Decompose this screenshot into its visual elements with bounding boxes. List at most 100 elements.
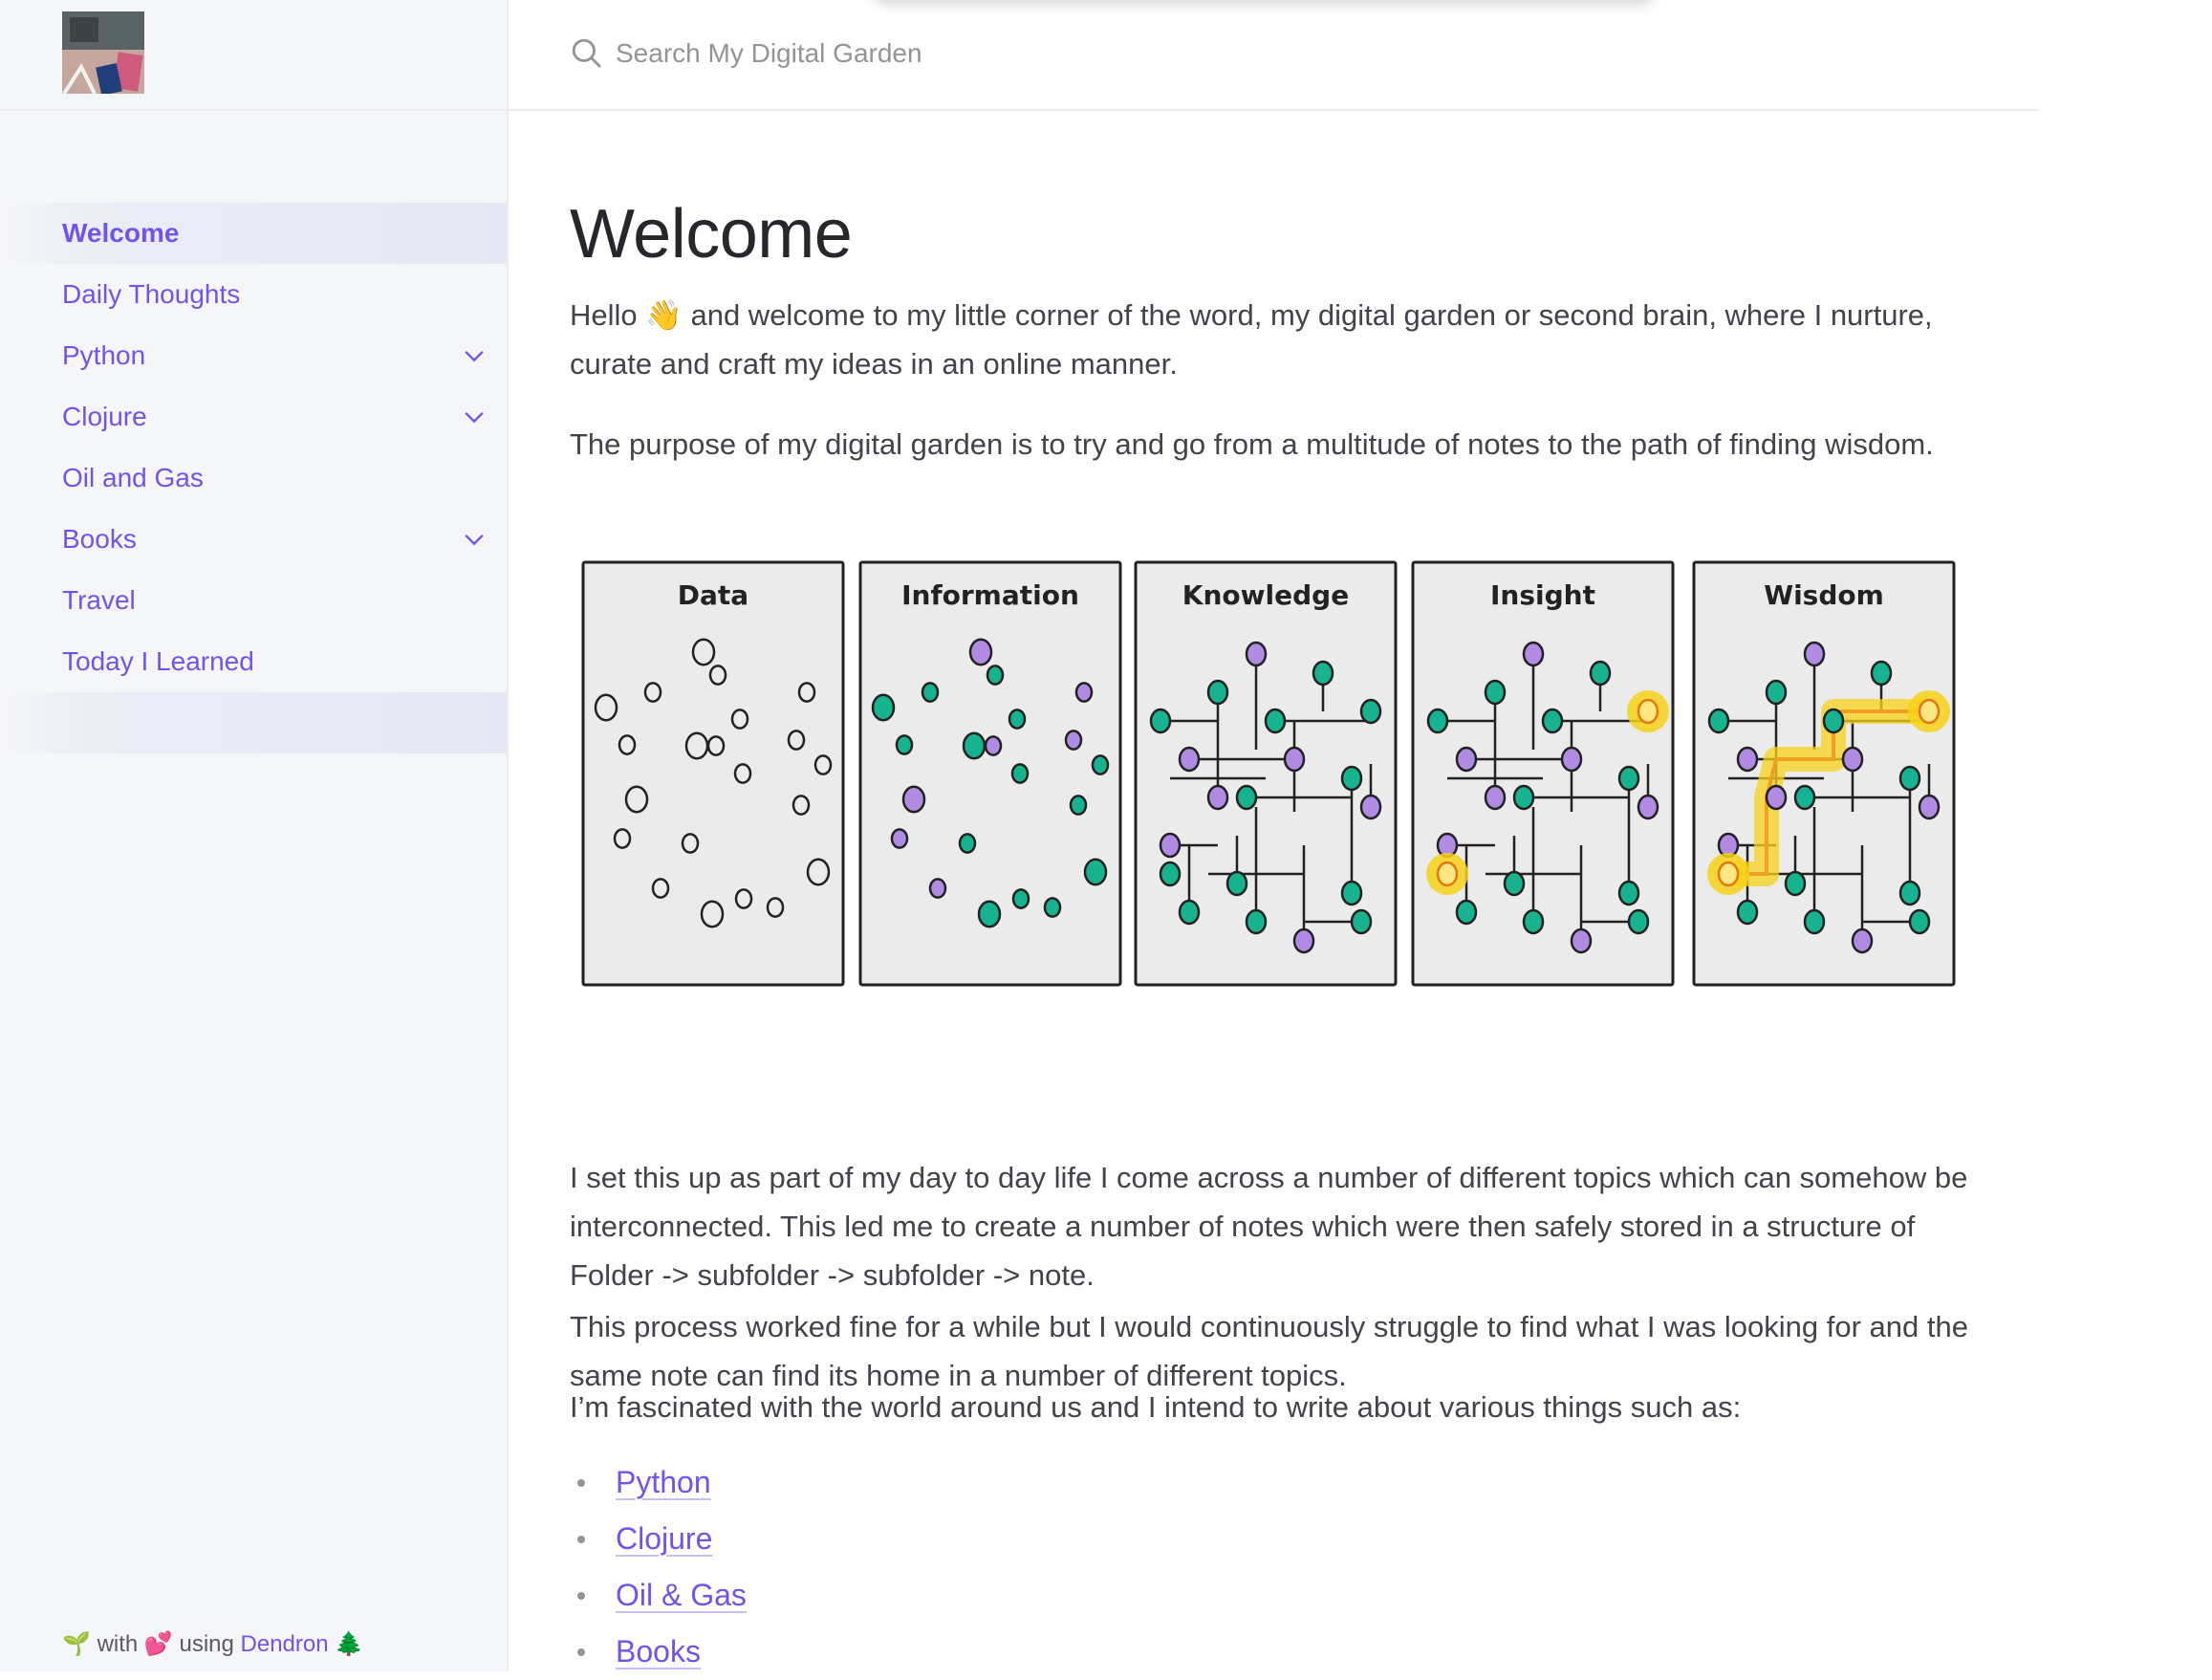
- panel-knowledge: Knowledge: [1134, 560, 1398, 987]
- node-icon: [890, 828, 909, 849]
- intro-paragraph: Hello 👋 and welcome to my little corner …: [570, 298, 1933, 381]
- site-logo[interactable]: [62, 11, 144, 94]
- node-icon: [1803, 908, 1826, 935]
- chevron-down-icon[interactable]: [461, 404, 488, 430]
- sidebar-item-label: Python: [62, 340, 146, 370]
- node-icon: [984, 735, 1003, 756]
- chevron-down-icon[interactable]: [461, 342, 488, 369]
- chevron-down-icon[interactable]: [461, 526, 488, 553]
- node-icon: [962, 731, 987, 760]
- node-icon: [1206, 784, 1229, 811]
- node-icon: [1043, 897, 1062, 918]
- node-icon: [1235, 784, 1258, 811]
- sidebar-item-oil-and-gas[interactable]: Oil and Gas: [0, 447, 507, 509]
- dendron-link[interactable]: Dendron: [241, 1631, 329, 1657]
- node-icon: [1851, 927, 1874, 954]
- sidebar-item-label: Daily Thoughts: [62, 279, 241, 309]
- bullet-icon: [577, 1536, 585, 1543]
- node-icon: [1803, 641, 1826, 667]
- list-item: Oil & Gas: [570, 1567, 747, 1624]
- search-input[interactable]: [614, 31, 1287, 76]
- sidebar-item-label: Books: [62, 524, 137, 554]
- python-link[interactable]: Python: [616, 1465, 711, 1499]
- node-icon: [1570, 927, 1593, 954]
- node-icon: [901, 785, 926, 814]
- sidebar: Welcome Daily Thoughts Python Clojure Oi…: [0, 0, 509, 1671]
- node-icon: [1918, 794, 1941, 820]
- sidebar-item-books[interactable]: Books: [0, 509, 507, 570]
- sidebar-item-label: Travel: [62, 585, 136, 615]
- sidebar-footer: 🌱 with 💕 using Dendron 🌲: [62, 1618, 363, 1671]
- header: [509, 0, 2038, 111]
- panel-information: Information: [858, 560, 1122, 987]
- node-icon: [1898, 765, 1921, 792]
- list-item: Python: [570, 1454, 747, 1511]
- node-icon: [1064, 730, 1083, 751]
- panel-label: Knowledge: [1182, 579, 1349, 611]
- footer-with-text: with: [97, 1631, 139, 1657]
- sidebar-item-python[interactable]: Python: [0, 325, 507, 386]
- node-icon: [1522, 641, 1545, 667]
- node-icon: [1541, 708, 1564, 734]
- node-icon: [1091, 754, 1110, 775]
- node-icon: [1340, 880, 1363, 906]
- books-link[interactable]: Books: [616, 1634, 701, 1669]
- node-icon: [1159, 861, 1182, 887]
- panel-label: Information: [901, 579, 1079, 611]
- node-icon: [1245, 908, 1268, 935]
- node-icon: [1512, 784, 1535, 811]
- node-icon: [928, 878, 947, 899]
- node-icon: [1617, 880, 1640, 906]
- sidebar-item-clojure[interactable]: Clojure: [0, 386, 507, 447]
- node-icon: [1484, 679, 1507, 706]
- node-icon: [1503, 870, 1526, 897]
- node-icon: [1765, 679, 1788, 706]
- panel-insight: Insight: [1411, 560, 1675, 987]
- node-icon: [1484, 784, 1507, 811]
- node-icon: [1283, 746, 1306, 773]
- node-icon: [1074, 682, 1094, 703]
- node-icon: [1870, 660, 1893, 687]
- sidebar-item-daily-thoughts[interactable]: Daily Thoughts: [0, 264, 507, 325]
- node-icon: [968, 638, 993, 666]
- node-icon: [1765, 784, 1788, 811]
- node-icon: [895, 734, 914, 755]
- node-icon: [1707, 708, 1730, 734]
- node-icon: [958, 833, 977, 854]
- sidebar-item-label: Oil and Gas: [62, 463, 204, 492]
- sidebar-nav: Welcome Daily Thoughts Python Clojure Oi…: [0, 203, 507, 753]
- node-icon: [1359, 698, 1382, 725]
- node-icon: [1011, 888, 1030, 909]
- list-item: Books: [570, 1624, 747, 1680]
- sidebar-item-label: Welcome: [62, 218, 180, 248]
- clojure-link[interactable]: Clojure: [616, 1521, 712, 1556]
- sidebar-item-label: Today I Learned: [62, 646, 254, 676]
- heart-icon: 💕: [143, 1631, 173, 1657]
- sprout-icon: 🌱: [62, 1631, 91, 1657]
- node-icon: [921, 682, 940, 703]
- sidebar-item-travel[interactable]: Travel: [0, 570, 507, 631]
- purpose-paragraph: The purpose of my digital garden is to t…: [570, 427, 1934, 461]
- data-to-wisdom-illustration: Data Information Knowledge Insight Wisdom: [579, 558, 1965, 1109]
- node-icon: [1008, 709, 1027, 730]
- oil-gas-link[interactable]: Oil & Gas: [616, 1578, 747, 1612]
- node-icon: [1264, 708, 1287, 734]
- node-icon: [1637, 698, 1659, 725]
- node-icon: [1784, 870, 1807, 897]
- search-icon: [572, 38, 601, 68]
- node-icon: [1010, 763, 1030, 784]
- sidebar-item-label: Clojure: [62, 402, 147, 431]
- sidebar-item-today-i-learned[interactable]: Today I Learned: [0, 631, 507, 692]
- node-icon: [1312, 660, 1334, 687]
- node-icon: [1206, 679, 1229, 706]
- bullet-icon: [577, 1479, 585, 1487]
- node-icon: [1560, 746, 1583, 773]
- node-icon: [1178, 746, 1201, 773]
- node-icon: [1350, 908, 1373, 935]
- sidebar-item-welcome[interactable]: Welcome: [0, 203, 507, 264]
- node-icon: [1178, 899, 1201, 926]
- node-icon: [1069, 795, 1088, 816]
- node-icon: [1522, 908, 1545, 935]
- bullet-icon: [577, 1648, 585, 1656]
- topics-intro-paragraph: I’m fascinated with the world around us …: [570, 1390, 1742, 1424]
